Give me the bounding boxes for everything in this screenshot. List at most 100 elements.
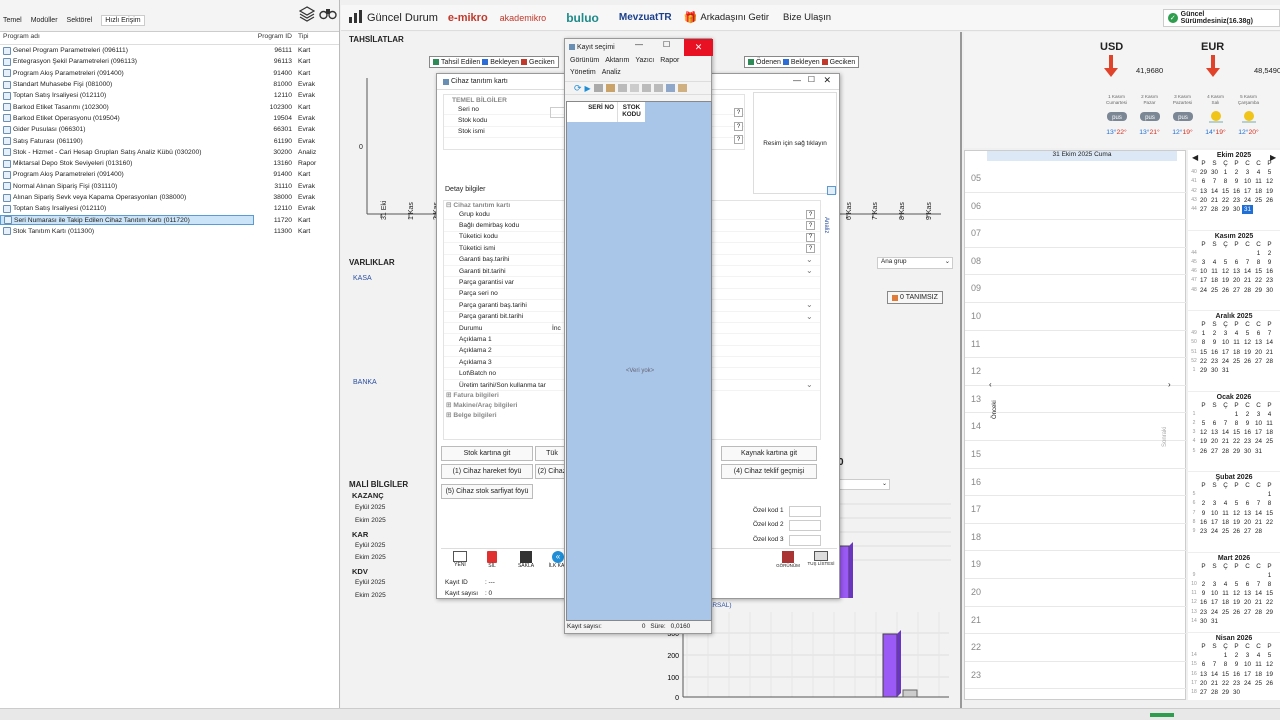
day-cell[interactable] — [1209, 571, 1220, 580]
day-cell[interactable]: 2 — [1231, 651, 1242, 660]
day-cell[interactable] — [1209, 249, 1220, 258]
day-cell[interactable] — [1253, 205, 1264, 214]
day-cell[interactable]: 7 — [1209, 660, 1220, 669]
day-cell[interactable] — [1264, 447, 1275, 456]
cihaz-teklif-gecmisi-button[interactable]: (4) Cihaz teklif geçmişi — [721, 464, 817, 479]
day-cell[interactable]: 15 — [1264, 589, 1275, 598]
day-cell[interactable]: 15 — [1220, 670, 1231, 679]
day-cell[interactable]: 20 — [1198, 679, 1209, 688]
tus-listesi-button[interactable]: TUŞ LİSTESİ — [807, 551, 835, 566]
cihaz-hareket-foyu-button[interactable]: (1) Cihaz hareket föyü — [441, 464, 533, 479]
day-cell[interactable]: 5 — [1242, 329, 1253, 338]
day-cell[interactable]: 16 — [1264, 267, 1275, 276]
day-cell[interactable]: 5 — [1198, 419, 1209, 428]
day-cell[interactable]: 19 — [1231, 598, 1242, 607]
day-cell[interactable]: 25 — [1209, 286, 1220, 295]
day-cell[interactable]: 22 — [1198, 357, 1209, 366]
day-cell[interactable]: 10 — [1242, 177, 1253, 186]
day-cell[interactable]: 5 — [1220, 258, 1231, 267]
day-cell[interactable]: 20 — [1231, 276, 1242, 285]
day-cell[interactable]: 22 — [1231, 437, 1242, 446]
day-cell[interactable]: 8 — [1264, 499, 1275, 508]
day-cell[interactable]: 18 — [1209, 276, 1220, 285]
day-cell[interactable]: 8 — [1264, 580, 1275, 589]
collapse-icon[interactable] — [827, 186, 836, 195]
hour-row[interactable]: 16 — [965, 469, 1187, 497]
hour-row[interactable]: 14 — [965, 413, 1187, 441]
day-cell[interactable]: 30 — [1209, 168, 1220, 177]
version-badge[interactable]: ✓ Güncel Sürümdesiniz(16.38g) — [1163, 9, 1280, 27]
day-cell[interactable]: 18 — [1253, 187, 1264, 196]
day-cell[interactable]: 13 — [1198, 670, 1209, 679]
day-cell[interactable] — [1264, 366, 1275, 375]
hour-row[interactable]: 10 — [965, 303, 1187, 331]
day-cell[interactable]: 25 — [1253, 196, 1264, 205]
day-cell[interactable]: 6 — [1209, 419, 1220, 428]
day-cell[interactable]: 17 — [1209, 598, 1220, 607]
day-cell[interactable]: 12 — [1220, 267, 1231, 276]
day-cell[interactable]: 3 — [1242, 168, 1253, 177]
day-cell[interactable]: 29 — [1264, 608, 1275, 617]
day-cell[interactable]: 20 — [1198, 196, 1209, 205]
day-cell[interactable]: 17 — [1253, 428, 1264, 437]
col-stok-kodu[interactable]: STOK KODU — [617, 102, 645, 122]
day-cell[interactable] — [1242, 617, 1253, 626]
day-cell[interactable]: 11 — [1264, 419, 1275, 428]
day-cell[interactable]: 28 — [1253, 527, 1264, 536]
day-cell[interactable]: 22 — [1220, 196, 1231, 205]
guncel-durum-link[interactable]: Güncel Durum — [367, 12, 438, 24]
day-cell[interactable]: 23 — [1264, 276, 1275, 285]
day-cell[interactable]: 12 — [1264, 177, 1275, 186]
day-cell[interactable]: 2 — [1198, 499, 1209, 508]
grid-icon[interactable] — [593, 84, 603, 92]
hour-row[interactable]: 07 — [965, 220, 1187, 248]
hour-row[interactable]: 22 — [965, 634, 1187, 662]
help-button[interactable]: ? — [734, 108, 743, 117]
day-cell[interactable]: 17 — [1220, 348, 1231, 357]
day-cell[interactable]: 12 — [1264, 660, 1275, 669]
day-cell[interactable]: 4 — [1253, 168, 1264, 177]
day-cell[interactable]: 6 — [1253, 329, 1264, 338]
day-cell[interactable]: 22 — [1253, 276, 1264, 285]
day-cell[interactable]: 21 — [1209, 196, 1220, 205]
day-cell[interactable]: 2 — [1198, 580, 1209, 589]
day-cell[interactable]: 23 — [1209, 357, 1220, 366]
tab-moduller[interactable]: Modüller — [31, 17, 58, 24]
close-icon[interactable]: ✕ — [823, 75, 831, 86]
filter-icon[interactable] — [629, 84, 639, 92]
day-cell[interactable]: 10 — [1220, 338, 1231, 347]
day-cell[interactable]: 14 — [1209, 670, 1220, 679]
day-cell[interactable]: 7 — [1264, 329, 1275, 338]
day-cell[interactable]: 15 — [1231, 428, 1242, 437]
program-row[interactable]: Stok Tanıtım Kartı (011300) 11300 Kart — [0, 226, 339, 237]
program-row[interactable]: Standart Muhasebe Fişi (081000) 81000 Evra… — [0, 79, 339, 90]
day-cell[interactable]: 21 — [1209, 679, 1220, 688]
day-cell[interactable]: 17 — [1242, 187, 1253, 196]
day-cell[interactable]: 29 — [1231, 447, 1242, 456]
day-cell[interactable]: 13 — [1242, 589, 1253, 598]
kayit-grid[interactable]: SERİ NO STOK KODU <Veri yok> — [566, 101, 712, 621]
day-cell[interactable]: 9 — [1242, 419, 1253, 428]
day-cell[interactable]: 1 — [1264, 490, 1275, 499]
day-cell[interactable] — [1220, 571, 1231, 580]
buluo-logo[interactable]: buluo — [566, 11, 599, 25]
day-cell[interactable]: 5 — [1231, 580, 1242, 589]
day-cell[interactable]: 26 — [1231, 608, 1242, 617]
day-cell[interactable]: 22 — [1264, 598, 1275, 607]
day-cell[interactable]: 28 — [1242, 286, 1253, 295]
tab-sektorel[interactable]: Sektörel — [67, 17, 93, 24]
day-cell[interactable]: 2 — [1242, 410, 1253, 419]
day-cell[interactable]: 29 — [1198, 366, 1209, 375]
day-cell[interactable]: 3 — [1198, 258, 1209, 267]
day-cell[interactable]: 8 — [1220, 177, 1231, 186]
day-cell[interactable]: 7 — [1242, 258, 1253, 267]
export-icon[interactable] — [665, 84, 675, 92]
day-cell[interactable]: 27 — [1242, 527, 1253, 536]
day-cell[interactable]: 11 — [1253, 177, 1264, 186]
day-cell[interactable]: 13 — [1242, 509, 1253, 518]
day-cell[interactable]: 9 — [1264, 258, 1275, 267]
day-cell[interactable]: 22 — [1220, 679, 1231, 688]
day-cell[interactable]: 29 — [1253, 286, 1264, 295]
hour-row[interactable]: 08 — [965, 248, 1187, 276]
menu-aktarim[interactable]: Aktarım — [605, 57, 629, 64]
